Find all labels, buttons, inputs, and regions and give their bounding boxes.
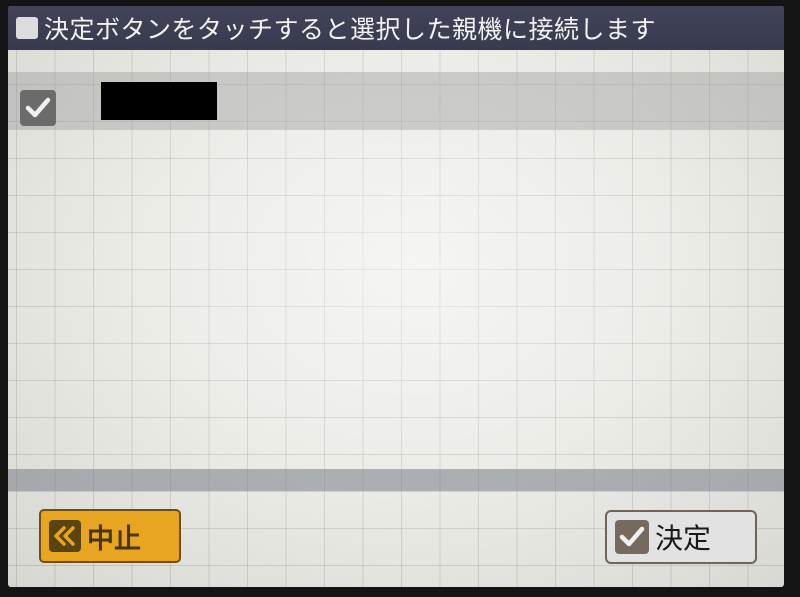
instruction-text: 決定ボタンをタッチすると選択した親機に接続します <box>44 15 657 44</box>
wifi-connect-screen: 決定ボタンをタッチすると選択した親機に接続します 中止 決定 <box>8 6 784 587</box>
access-point-name-redacted <box>101 82 217 120</box>
ok-button-label: 決定 <box>655 522 712 555</box>
cancel-button[interactable]: 中止 <box>39 509 181 563</box>
ok-button[interactable]: 決定 <box>605 510 757 564</box>
header-bar: 決定ボタンをタッチすると選択した親機に接続します <box>8 6 784 50</box>
cancel-button-label: 中止 <box>87 523 141 555</box>
double-chevron-left-icon <box>49 520 81 552</box>
square-icon <box>16 17 38 39</box>
checkmark-icon[interactable] <box>20 90 56 126</box>
checkmark-icon <box>615 520 649 554</box>
footer-divider <box>8 469 784 491</box>
